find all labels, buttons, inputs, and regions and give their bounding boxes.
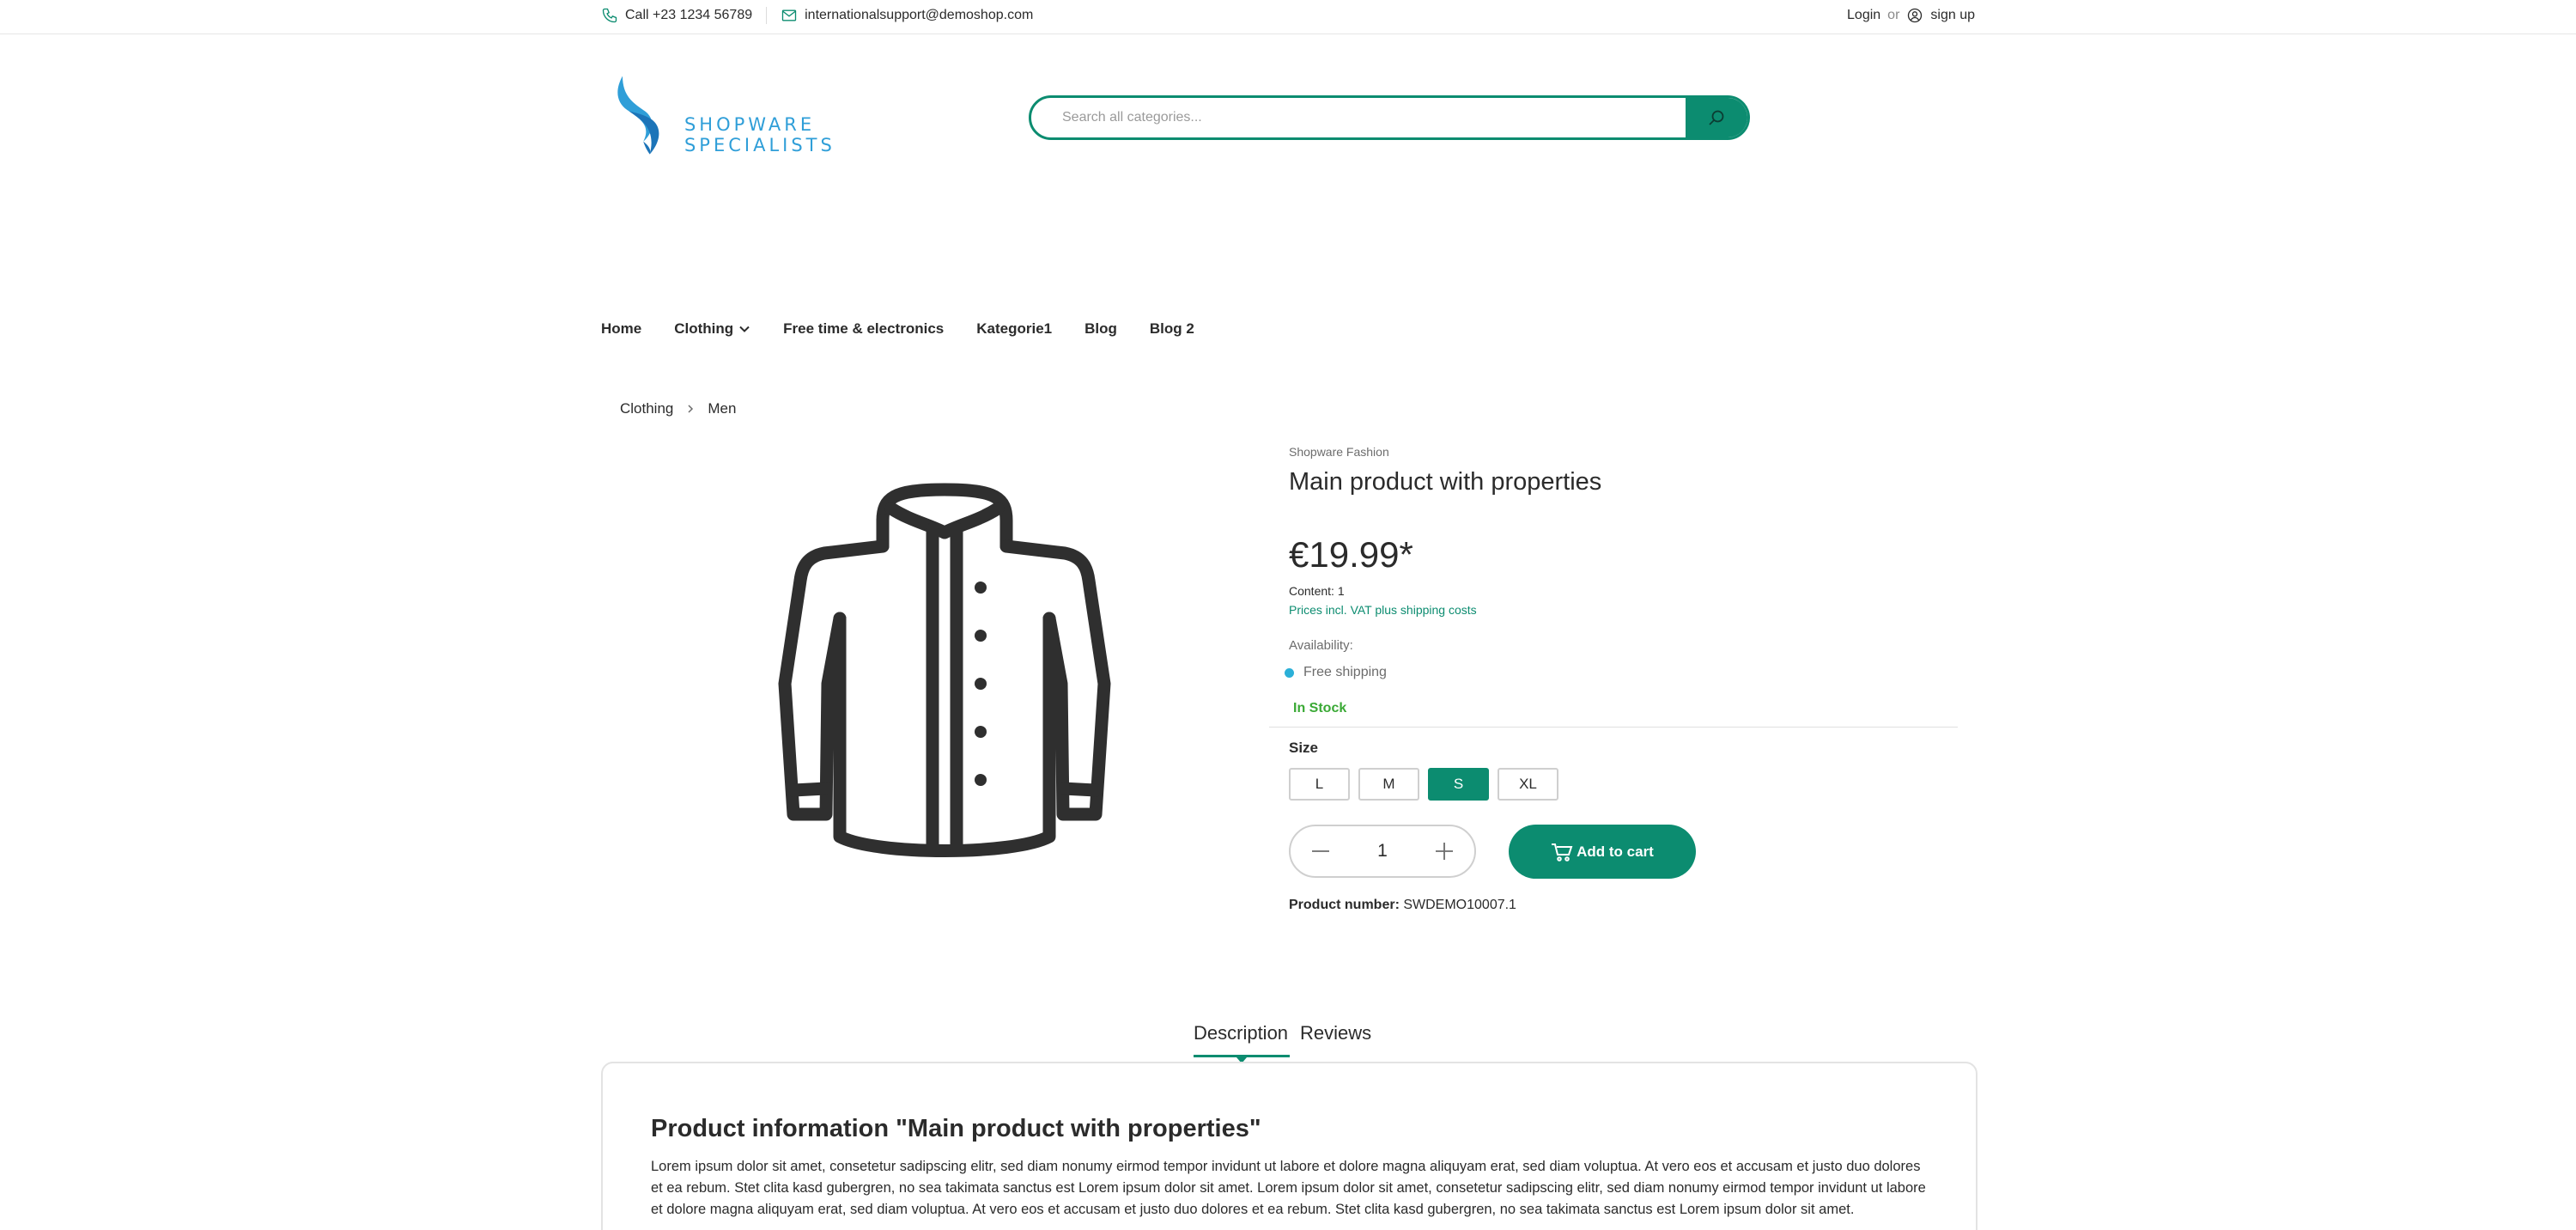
account-links: Login or sign up (1847, 7, 1975, 24)
login-link[interactable]: Login (1847, 8, 1880, 23)
search-input[interactable] (1031, 98, 1686, 137)
size-option-m[interactable]: M (1358, 768, 1419, 801)
shipping-info: Free shipping (1285, 665, 1387, 680)
description-body: Lorem ipsum dolor sit amet, consetetur s… (651, 1159, 1926, 1217)
tab-reviews[interactable]: Reviews (1300, 1022, 1371, 1057)
contact-info: Call +23 1234 56789 internationalsupport… (601, 7, 1033, 24)
quantity-stepper: 1 (1289, 825, 1476, 878)
email-link[interactable]: internationalsupport@demoshop.com (805, 8, 1033, 23)
breadcrumb: Clothing Men (620, 400, 736, 417)
top-bar: Call +23 1234 56789 internationalsupport… (0, 0, 2576, 34)
size-option-s[interactable]: S (1428, 768, 1489, 801)
breadcrumb-item-clothing[interactable]: Clothing (620, 400, 673, 417)
vat-shipping-link[interactable]: Prices incl. VAT plus shipping costs (1289, 603, 1477, 617)
nav-item-clothing[interactable]: Clothing (674, 320, 750, 338)
nav-item-blog-2[interactable]: Blog 2 (1150, 320, 1194, 338)
plus-icon[interactable] (1433, 840, 1455, 862)
product-content: Content: 1 (1289, 584, 1345, 598)
minus-icon[interactable] (1309, 840, 1332, 862)
search-icon (1706, 107, 1727, 128)
signup-link[interactable]: sign up (1930, 8, 1975, 23)
quantity-value[interactable]: 1 (1377, 841, 1388, 862)
nav-item-home[interactable]: Home (601, 320, 641, 338)
shipping-text: Free shipping (1303, 665, 1387, 679)
shop-logo[interactable]: SHOPWARE SPECIALISTS (611, 69, 955, 163)
breadcrumb-item-men[interactable]: Men (708, 400, 736, 417)
add-to-cart-button[interactable]: Add to cart (1509, 825, 1696, 879)
product-manufacturer[interactable]: Shopware Fashion (1289, 445, 1389, 459)
search-button[interactable] (1686, 98, 1747, 137)
size-option-l[interactable]: L (1289, 768, 1350, 801)
size-label: Size (1289, 740, 1319, 756)
nav-item-kategorie1[interactable]: Kategorie1 (976, 320, 1052, 338)
search-bar (1029, 95, 1750, 140)
nav-item-label: Clothing (674, 320, 734, 337)
product-number-label: Product number: (1289, 898, 1400, 912)
product-image[interactable] (764, 464, 1125, 859)
product-title: Main product with properties (1289, 468, 1602, 496)
divider (1269, 727, 1958, 728)
main-navigation: Home Clothing Free time & electronics Ka… (601, 320, 1227, 338)
add-to-cart-label: Add to cart (1577, 843, 1654, 860)
mail-icon (781, 7, 798, 24)
user-icon (1906, 7, 1923, 24)
cart-icon (1551, 842, 1573, 862)
nav-item-blog[interactable]: Blog (1084, 320, 1117, 338)
shipping-status-dot (1285, 667, 1294, 678)
product-tabs: Description Reviews (1194, 1022, 1382, 1063)
tab-label: Description (1194, 1022, 1289, 1044)
divider (766, 7, 768, 24)
description-panel: Product information "Main product with p… (601, 1062, 1978, 1230)
stock-status: In Stock (1293, 701, 1347, 715)
chevron-right-icon (685, 404, 696, 414)
size-options: L M S XL (1289, 768, 1567, 801)
or-text: or (1887, 8, 1900, 22)
jacket-icon (778, 483, 1111, 857)
product-number-value: SWDEMO10007.1 (1403, 898, 1516, 912)
phone-link[interactable]: Call +23 1234 56789 (625, 8, 752, 23)
product-number: Product number: SWDEMO10007.1 (1289, 898, 1516, 913)
description-title: Product information "Main product with p… (651, 1115, 1261, 1142)
nav-item-free-time-electronics[interactable]: Free time & electronics (783, 320, 944, 338)
chevron-down-icon (738, 323, 750, 335)
tab-description[interactable]: Description (1194, 1022, 1291, 1063)
phone-icon (601, 7, 618, 24)
product-price: €19.99* (1289, 534, 1413, 575)
availability-label: Availability: (1289, 638, 1353, 653)
logo-text: SHOPWARE SPECIALISTS (683, 114, 835, 155)
size-option-xl[interactable]: XL (1498, 768, 1558, 801)
logo-mark-icon (617, 76, 659, 155)
